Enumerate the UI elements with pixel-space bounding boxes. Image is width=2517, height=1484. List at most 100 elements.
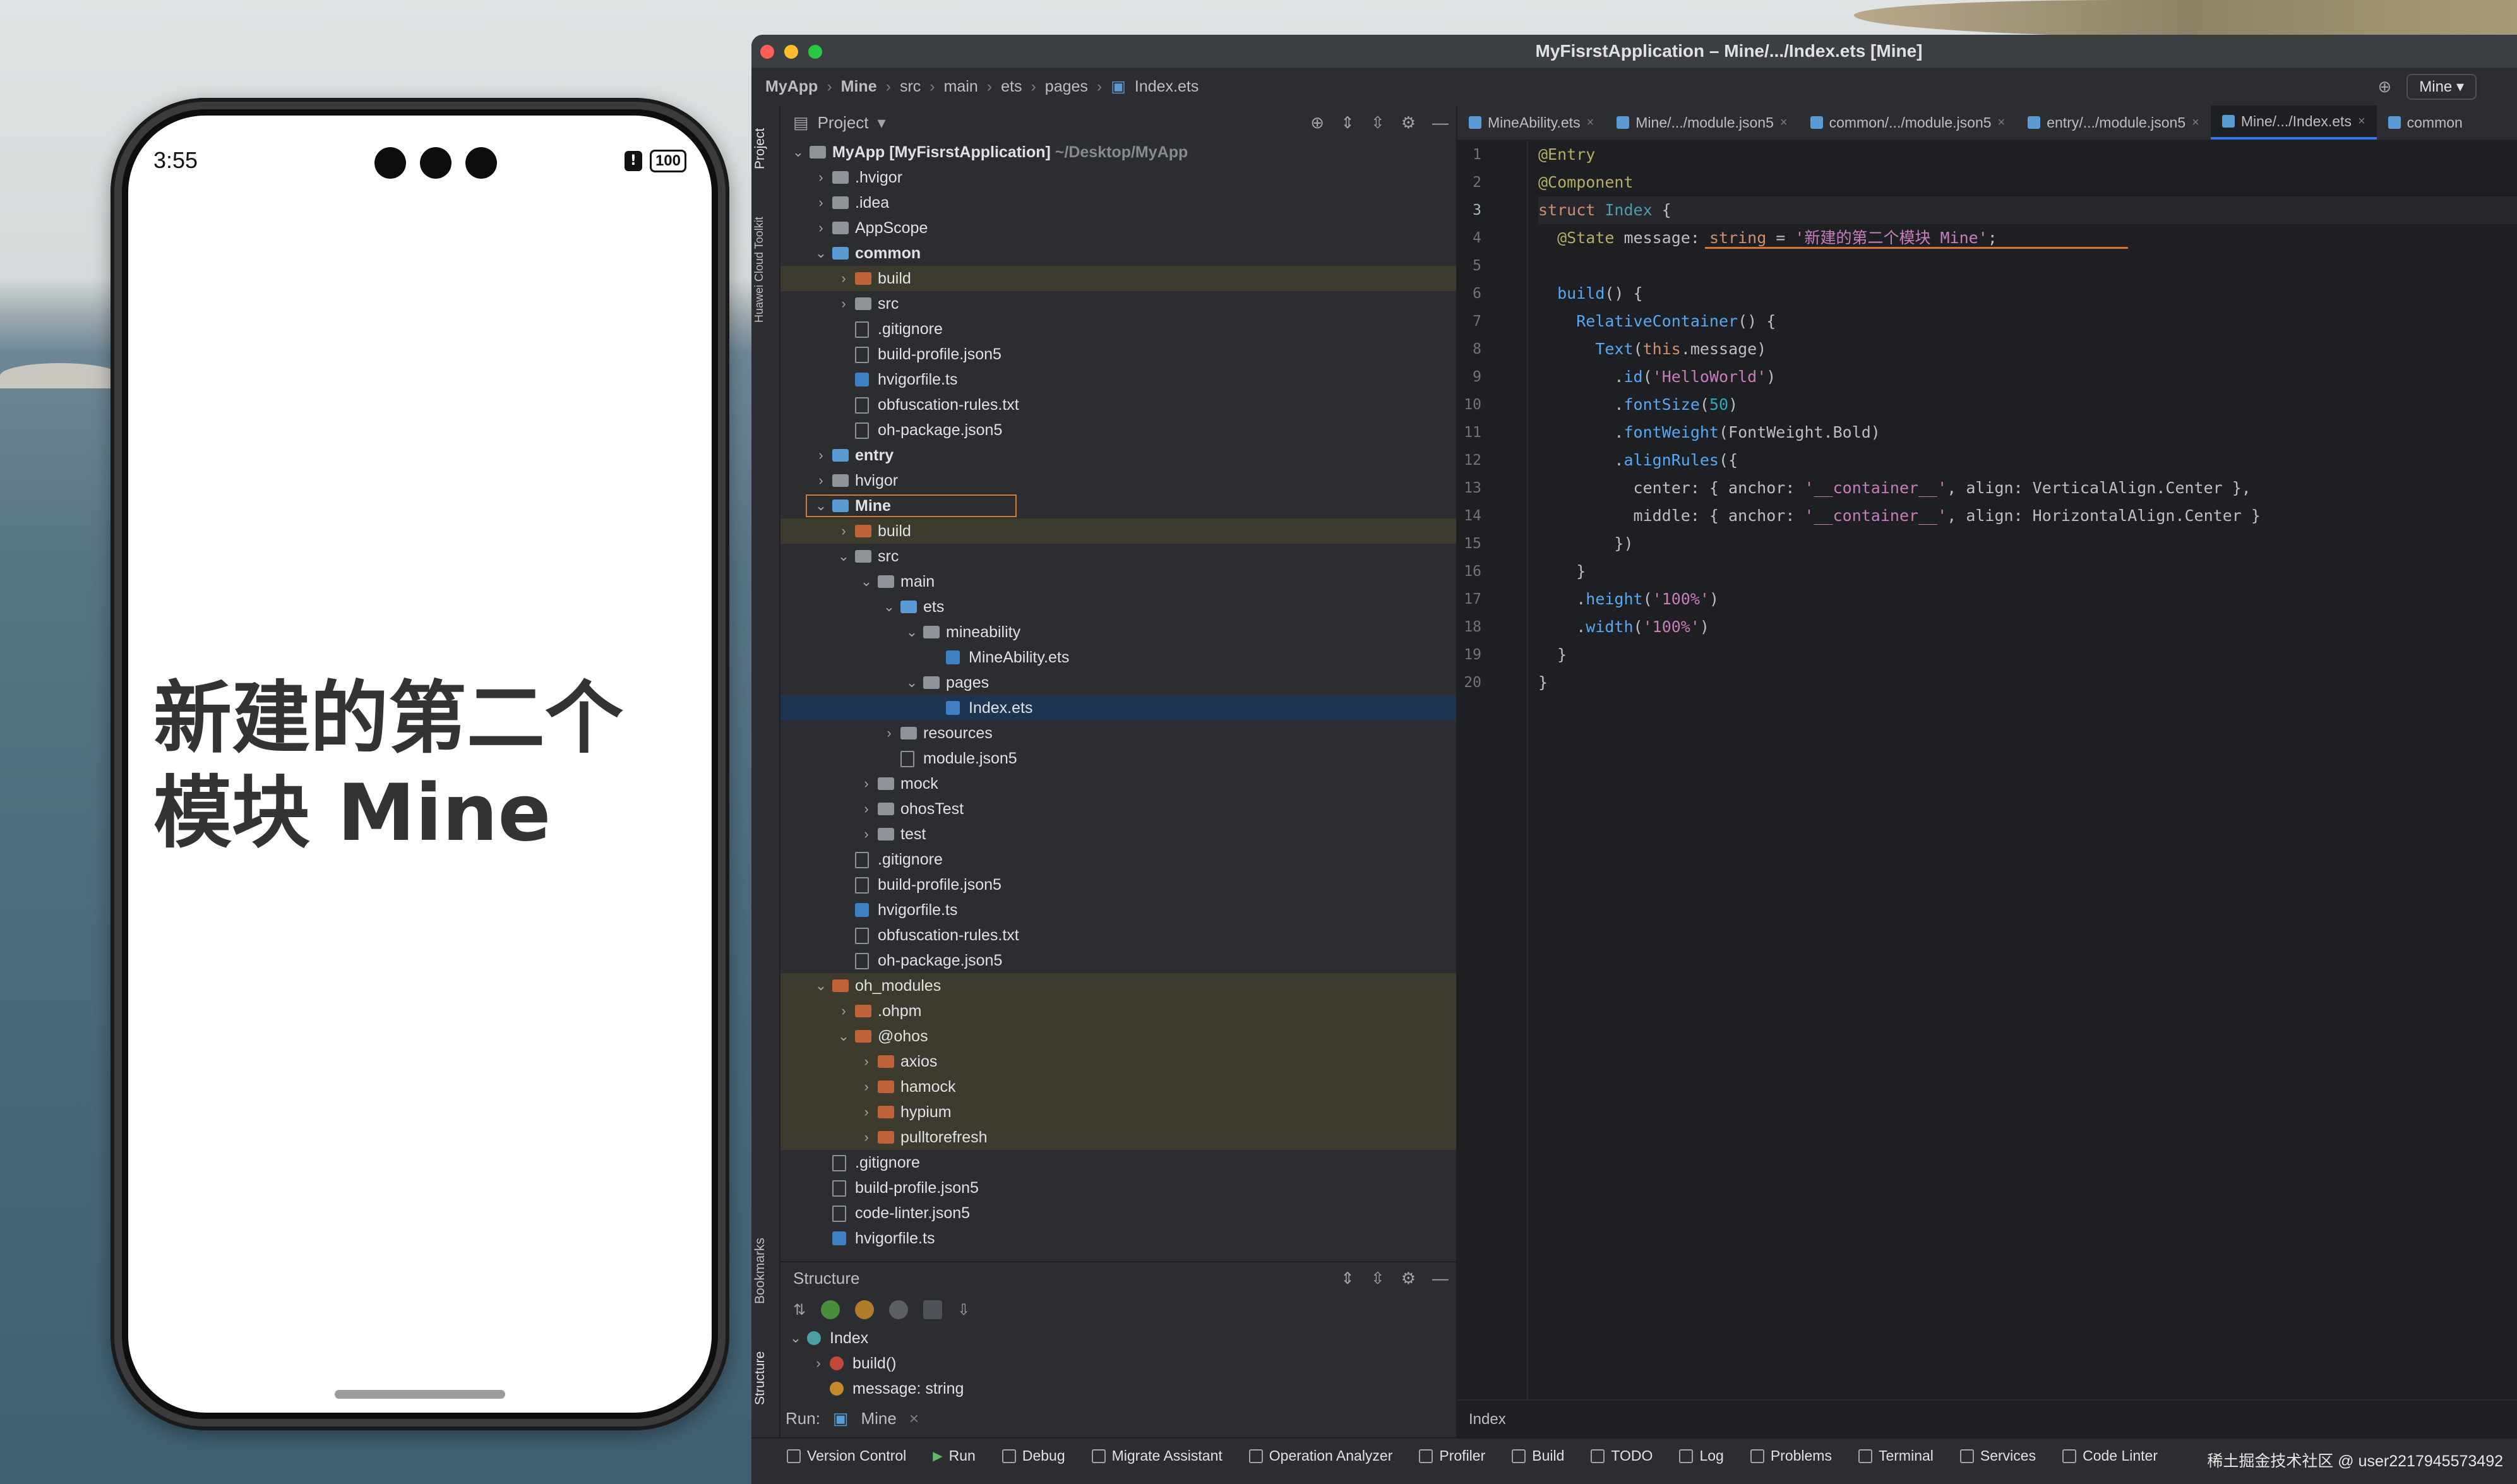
editor-tab[interactable]: Mine/.../module.json5 × [1605, 105, 1798, 140]
tree-item[interactable]: › hamock [780, 1074, 1456, 1099]
breadcrumb-item[interactable]: Index.ets [1135, 78, 1199, 96]
code-line[interactable]: .alignRules({ [1538, 446, 2517, 474]
close-icon[interactable]: × [1780, 105, 1788, 140]
tree-item[interactable]: ⌄ oh_modules [780, 973, 1456, 998]
tool-button-terminal[interactable]: Terminal [1858, 1447, 1934, 1464]
code-line[interactable]: .fontWeight(FontWeight.Bold) [1538, 419, 2517, 446]
tool-button-todo[interactable]: TODO [1591, 1447, 1653, 1464]
tree-item[interactable]: build-profile.json5 [780, 1175, 1456, 1200]
chevron-down-icon[interactable]: ⌄ [906, 670, 918, 695]
tree-item[interactable]: › build [780, 266, 1456, 291]
code-line[interactable]: }) [1538, 530, 2517, 558]
code-area[interactable]: @Entry @Component struct Index { @State me… [1538, 141, 2517, 1401]
tree-item[interactable]: › build [780, 518, 1456, 544]
tool-button-problems[interactable]: Problems [1750, 1447, 1832, 1464]
tool-button-services[interactable]: Services [1959, 1447, 2036, 1464]
chevron-right-icon[interactable]: › [883, 721, 895, 746]
chevron-down-icon[interactable]: ⌄ [906, 619, 918, 645]
editor-tab[interactable]: common/.../module.json5 × [1799, 105, 2017, 140]
chevron-right-icon[interactable]: › [860, 822, 873, 847]
project-tree[interactable]: ⌄ MyApp [MyFisrstApplication] ~/Desktop/M… [780, 140, 1456, 1264]
tree-item[interactable]: › .ohpm [780, 998, 1456, 1024]
tree-item[interactable]: › mock [780, 771, 1456, 796]
code-line[interactable]: .height('100%') [1538, 585, 2517, 613]
code-line[interactable]: } [1538, 641, 2517, 669]
tree-item[interactable]: › ohosTest [780, 796, 1456, 822]
tree-item[interactable]: ⌄ mineability [780, 619, 1456, 645]
run-config-tab[interactable]: Mine [861, 1401, 897, 1436]
chevron-right-icon[interactable]: › [815, 165, 827, 190]
structure-tab[interactable]: Structure [753, 1343, 778, 1413]
hide-icon[interactable]: — [1432, 1262, 1449, 1294]
tool-button-log[interactable]: Log [1679, 1447, 1724, 1464]
breadcrumb-item[interactable]: MyApp [765, 78, 818, 96]
bookmarks-tab[interactable]: Bookmarks [753, 1230, 778, 1312]
chevron-down-icon[interactable]: ⌄ [815, 973, 827, 998]
tree-item[interactable]: ⌄ src [780, 544, 1456, 569]
tree-item[interactable]: ⌄ @ohos [780, 1024, 1456, 1049]
navigate-up-icon[interactable] [923, 1300, 943, 1319]
tree-item[interactable]: .gitignore [780, 847, 1456, 872]
tree-item[interactable]: ⌄ main [780, 569, 1456, 594]
close-icon[interactable]: × [909, 1401, 919, 1436]
chevron-down-icon[interactable]: ⌄ [837, 544, 850, 569]
tree-item[interactable]: module.json5 [780, 746, 1456, 771]
phone-screen[interactable]: 3:55 ! 100 新建的第二个模块 Mine [122, 109, 718, 1419]
expand-all-icon[interactable]: ⇕ [1341, 1262, 1354, 1294]
project-view-select[interactable]: Project [818, 113, 869, 133]
chevron-right-icon[interactable]: › [815, 190, 827, 215]
show-fields-icon[interactable] [855, 1300, 875, 1319]
tree-item[interactable]: › hypium [780, 1099, 1456, 1125]
cloud-toolkit-tab[interactable]: Huawei Cloud Toolkit [753, 200, 778, 339]
code-line[interactable]: } [1538, 558, 2517, 585]
tree-item[interactable]: hvigorfile.ts [780, 367, 1456, 392]
tool-button-code-linter[interactable]: Code Linter [2062, 1447, 2158, 1464]
structure-tree[interactable]: ⌄ Index › build() message: string [780, 1325, 1456, 1401]
tool-button-version-control[interactable]: Version Control [787, 1447, 906, 1464]
tree-item[interactable]: obfuscation-rules.txt [780, 392, 1456, 417]
chevron-down-icon[interactable]: ⌄ [789, 1325, 802, 1351]
tree-item[interactable]: .gitignore [780, 316, 1456, 342]
chevron-down-icon[interactable]: ⌄ [837, 1024, 850, 1049]
chevron-right-icon[interactable]: › [815, 215, 827, 241]
tree-item[interactable]: › axios [780, 1049, 1456, 1074]
tree-item[interactable]: › src [780, 291, 1456, 316]
chevron-right-icon[interactable]: › [812, 1351, 825, 1376]
code-line[interactable]: middle: { anchor: '__container__', align… [1538, 502, 2517, 530]
chevron-right-icon[interactable]: › [860, 1099, 873, 1125]
tool-button-debug[interactable]: Debug [1001, 1447, 1065, 1464]
filter-icon[interactable] [889, 1300, 909, 1319]
chevron-down-icon[interactable]: ⌄ [792, 140, 804, 165]
code-line[interactable]: .width('100%') [1538, 613, 2517, 641]
editor-tab[interactable]: common [2377, 105, 2474, 140]
code-line[interactable]: center: { anchor: '__container__', align… [1538, 474, 2517, 502]
tree-item[interactable]: oh-package.json5 [780, 417, 1456, 443]
hide-icon[interactable]: — [1432, 113, 1449, 133]
editor-breadcrumb[interactable]: Index [1457, 1399, 2517, 1439]
tree-item[interactable]: obfuscation-rules.txt [780, 923, 1456, 948]
chevron-right-icon[interactable]: › [837, 266, 850, 291]
chevron-right-icon[interactable]: › [860, 1125, 873, 1150]
code-line[interactable]: .fontSize(50) [1538, 391, 2517, 419]
code-line[interactable]: Text(this.message) [1538, 335, 2517, 363]
close-icon[interactable]: × [2192, 105, 2199, 140]
tool-button-profiler[interactable]: Profiler [1419, 1447, 1485, 1464]
tree-item[interactable]: › resources [780, 721, 1456, 746]
gear-icon[interactable]: ⚙ [1401, 113, 1416, 133]
tool-button-run[interactable]: ▶ Run [933, 1447, 976, 1464]
tree-item[interactable]: MineAbility.ets [780, 645, 1456, 670]
chevron-right-icon[interactable]: › [815, 468, 827, 493]
structure-item[interactable]: › build() [780, 1351, 1456, 1376]
chevron-right-icon[interactable]: › [860, 1074, 873, 1099]
code-line[interactable]: build() { [1538, 280, 2517, 308]
chevron-down-icon[interactable]: ⌄ [860, 569, 873, 594]
code-line[interactable]: struct Index { [1538, 196, 2517, 224]
code-line[interactable]: } [1538, 669, 2517, 697]
tree-item[interactable]: › .idea [780, 190, 1456, 215]
chevron-right-icon[interactable]: › [815, 443, 827, 468]
close-icon[interactable]: × [1998, 105, 2006, 140]
breadcrumb-item[interactable]: pages [1045, 78, 1088, 96]
gear-icon[interactable]: ⚙ [1401, 1262, 1416, 1294]
tree-item[interactable]: ⌄ ets [780, 594, 1456, 619]
tree-item[interactable]: ⌄ MyApp [MyFisrstApplication] ~/Desktop/M… [780, 140, 1456, 165]
